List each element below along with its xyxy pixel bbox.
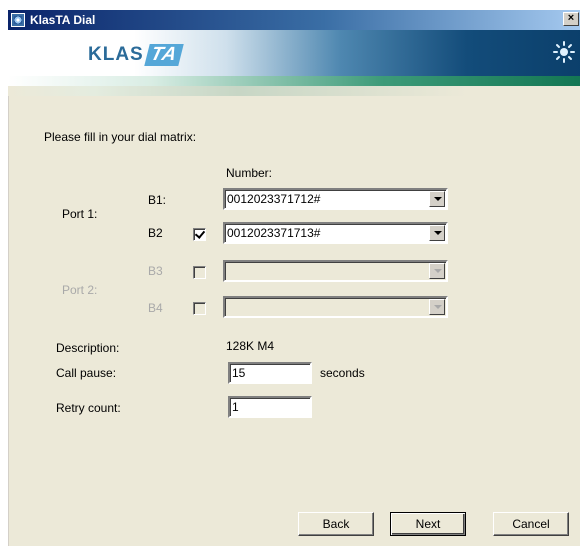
header-banner: KLAS TA [8, 30, 580, 76]
window-title: KlasTA Dial [30, 13, 96, 27]
port-2-label: Port 2: [62, 283, 98, 297]
b3-checkbox[interactable] [193, 266, 206, 279]
number-header: Number: [226, 166, 273, 180]
b2-number-combo[interactable]: 0012023371713# [223, 222, 448, 244]
b1-number-combo[interactable]: 0012023371712# [223, 188, 448, 210]
title-bar[interactable]: KlasTA Dial × [8, 10, 580, 30]
b4-checkbox[interactable] [193, 302, 206, 315]
port-1-label: Port 1: [62, 207, 98, 221]
chevron-down-icon[interactable] [429, 191, 445, 207]
call-pause-label: Call pause: [56, 366, 117, 380]
dialog-window: KlasTA Dial × KLAS TA Please fill in your… [6, 10, 580, 546]
b3-number-combo[interactable] [223, 260, 448, 282]
retry-count-input[interactable] [232, 399, 308, 415]
sun-icon [553, 41, 575, 63]
b2-label: B2 [148, 226, 163, 240]
back-button[interactable]: Back [298, 512, 374, 536]
b1-label: B1: [148, 193, 167, 207]
cancel-button[interactable]: Cancel [493, 512, 569, 536]
retry-count-field[interactable] [228, 396, 312, 418]
b3-label: B3 [148, 264, 163, 278]
b2-checkbox[interactable] [193, 228, 206, 241]
b1-number-value: 0012023371712# [227, 192, 321, 206]
call-pause-unit: seconds [320, 366, 365, 380]
chevron-down-icon[interactable] [429, 263, 445, 279]
next-button[interactable]: Next [390, 512, 466, 536]
banner-stripe-light [8, 86, 580, 96]
description-label: Description: [56, 341, 120, 355]
banner-stripe [8, 76, 580, 86]
description-value: 128K M4 [226, 339, 275, 353]
instruction-text: Please fill in your dial matrix: [44, 130, 197, 144]
call-pause-input[interactable] [232, 365, 308, 381]
b4-number-combo[interactable] [223, 296, 448, 318]
close-button[interactable]: × [563, 12, 579, 26]
b2-number-value: 0012023371713# [227, 226, 321, 240]
call-pause-field[interactable] [228, 362, 312, 384]
retry-count-label: Retry count: [56, 401, 121, 415]
chevron-down-icon[interactable] [429, 299, 445, 315]
chevron-down-icon[interactable] [429, 225, 445, 241]
logo: KLAS TA [88, 44, 184, 66]
b4-label: B4 [148, 301, 163, 315]
app-icon[interactable] [11, 13, 25, 27]
